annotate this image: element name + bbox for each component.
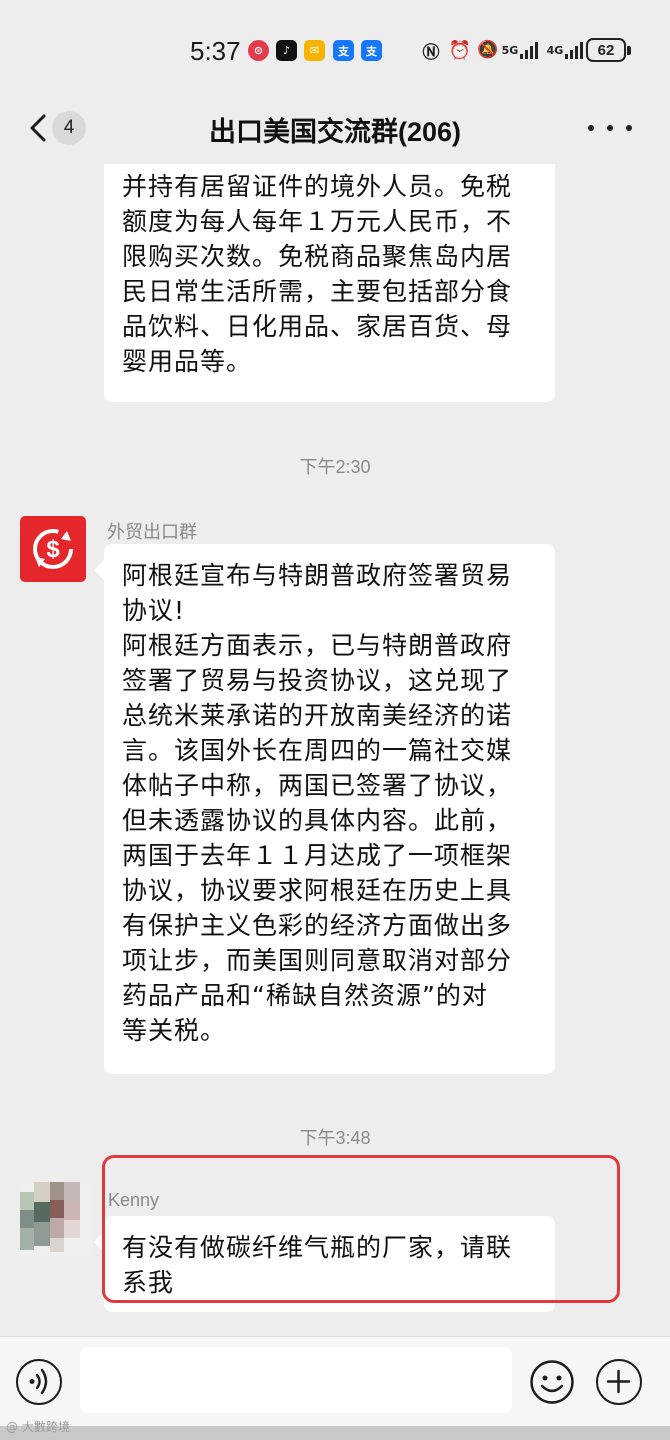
netease-music-icon: ⊙ <box>248 40 269 61</box>
message-text-line: 签署了贸易与投资协议，这兑现了 <box>122 666 513 695</box>
voice-wave-icon <box>29 1368 48 1395</box>
alipay-icon: 支 <box>333 40 354 61</box>
chat-message-list[interactable]: 并持有居留证件的境外人员。免税 额度为每人每年１万元人民币，不 限购买次数。免税… <box>0 164 670 1336</box>
message-text-line: 限购买次数。免税商品聚焦岛内居 <box>122 242 513 271</box>
message-bubble[interactable]: 阿根廷宣布与特朗普政府签署贸易 协议! 阿根廷方面表示，已与特朗普政府 签署了贸… <box>104 544 555 1074</box>
battery-level: 62 <box>597 41 615 59</box>
signal-4g-label: 4G <box>546 43 564 57</box>
bottom-strip <box>0 1426 670 1440</box>
chat-input-bar <box>0 1336 670 1426</box>
message-text-line: 阿根廷宣布与特朗普政府签署贸易 <box>122 561 513 590</box>
mute-bell-icon: 🔕 <box>477 40 499 60</box>
message-text-line: 体帖子中称，两国已签署了协议， <box>122 771 513 800</box>
message-timestamp: 下午3:48 <box>299 1128 371 1148</box>
message-text-line: 但未透露协议的具体内容。此前， <box>122 806 513 835</box>
message-text-line: 品饮料、日化用品、家居百货、母 <box>122 312 513 341</box>
annotation-highlight-box <box>102 1155 620 1303</box>
message-text-line: 药品产品和“稀缺自然资源”的对 <box>122 981 488 1010</box>
signal-4g-icon: 4G <box>546 38 586 62</box>
more-functions-button[interactable] <box>596 1359 642 1405</box>
battery-tip <box>627 46 631 55</box>
chat-title: 出口美国交流群(206) <box>208 117 462 147</box>
message-timestamp: 下午2:30 <box>299 457 371 477</box>
message-text-line: 项让步，而美国则同意取消对部分 <box>122 946 513 975</box>
message-text-line: 协议，协议要求阿根廷在历史上具 <box>122 876 513 905</box>
currency-exchange-icon: $ <box>33 529 73 569</box>
emoji-icon[interactable] <box>529 1359 575 1405</box>
message-bubble[interactable]: 并持有居留证件的境外人员。免税 额度为每人每年１万元人民币，不 限购买次数。免税… <box>104 164 555 402</box>
chat-header: 4 出口美国交流群(206) <box>0 100 670 164</box>
message-input-field[interactable] <box>80 1347 512 1413</box>
message-text-line: 阿根廷方面表示，已与特朗普政府 <box>122 631 513 660</box>
message-text-line: 婴用品等。 <box>122 347 253 376</box>
alarm-icon: ⏰ <box>448 39 472 61</box>
blurred-avatar-image <box>20 1182 90 1256</box>
signal-bars-icon-2 <box>565 42 584 59</box>
message-text-line: 额度为每人每年１万元人民币，不 <box>122 207 513 236</box>
message-text-line: 两国于去年１１月达成了一项框架 <box>122 841 513 870</box>
message-text-line: 有保护主义色彩的经济方面做出多 <box>122 911 513 940</box>
sender-name: 外贸出口群 <box>107 522 197 542</box>
message-text-line: 总统米莱承诺的开放南美经济的诺 <box>122 701 513 730</box>
alipay-icon-2: 支 <box>361 40 382 61</box>
message-text-line: 协议! <box>122 596 186 625</box>
battery-icon: 62 <box>586 38 626 62</box>
voice-input-button[interactable] <box>16 1359 62 1405</box>
message-text-line: 并持有居留证件的境外人员。免税 <box>122 172 513 201</box>
nfc-icon: Ⓝ <box>422 42 440 63</box>
more-options-icon[interactable] <box>588 118 632 138</box>
watermark: @ 大數跨境 <box>6 1420 70 1434</box>
message-text-line: 言。该国外长在周四的一篇社交媒 <box>122 736 513 765</box>
bubble-tail <box>94 560 104 580</box>
tiktok-icon: ♪ <box>276 40 297 61</box>
status-bar: 5:37 ⊙ ♪ ✉ 支 支 Ⓝ ⏰ 🔕 5G 4G 62 <box>0 0 670 100</box>
svg-text:$: $ <box>46 536 60 563</box>
sender-avatar[interactable]: $ <box>20 516 86 582</box>
status-time: 5:37 <box>190 36 241 66</box>
plus-icon <box>606 1369 631 1394</box>
signal-5g-icon: 5G <box>500 38 544 62</box>
sender-avatar-kenny[interactable] <box>20 1182 90 1256</box>
message-text-line: 民日常生活所需，主要包括部分食 <box>122 277 513 306</box>
signal-bars-icon <box>520 42 539 59</box>
message-text-line: 等关税。 <box>122 1016 227 1045</box>
mail-icon: ✉ <box>304 40 325 61</box>
signal-5g-label: 5G <box>501 43 519 57</box>
